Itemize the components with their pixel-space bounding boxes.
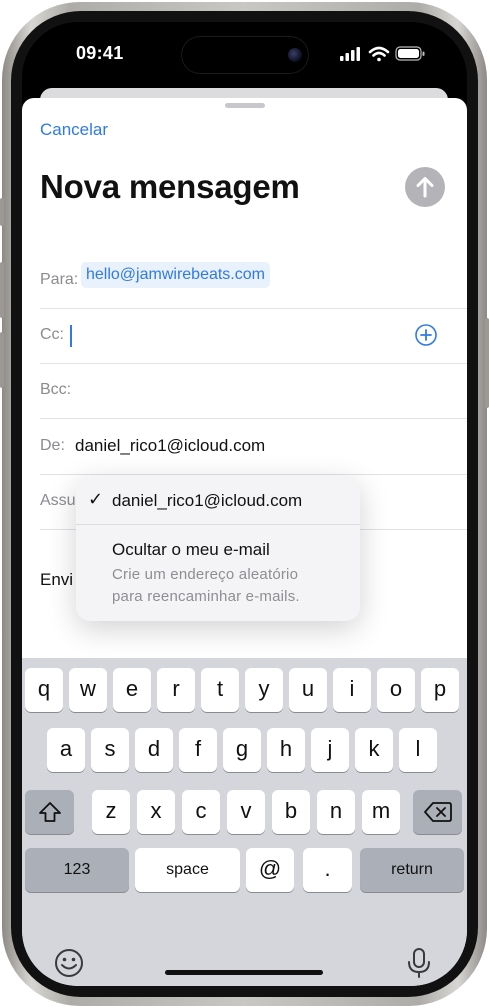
key-o[interactable]: o [377, 668, 415, 712]
front-camera [288, 48, 302, 62]
add-contact-icon[interactable] [415, 324, 437, 346]
key-s[interactable]: s [91, 728, 129, 772]
dot-key[interactable]: . [303, 848, 352, 892]
from-address-menu: ✓ daniel_rico1@icloud.com Ocultar o meu … [76, 476, 360, 621]
key-k[interactable]: k [355, 728, 393, 772]
keyboard: qwertyuiop asdfghjkl zxcvbnm 123 space @… [22, 658, 467, 986]
cancel-button[interactable]: Cancelar [40, 120, 108, 140]
key-b[interactable]: b [272, 790, 310, 834]
shift-key[interactable] [25, 790, 74, 834]
status-time: 09:41 [76, 43, 124, 63]
cc-field[interactable]: Cc: [40, 309, 467, 364]
key-c[interactable]: c [182, 790, 220, 834]
key-t[interactable]: t [201, 668, 239, 712]
checkmark-icon: ✓ [88, 489, 104, 509]
key-f[interactable]: f [179, 728, 217, 772]
cellular-signal-icon [340, 47, 360, 61]
wifi-icon [368, 46, 390, 62]
key-y[interactable]: y [245, 668, 283, 712]
microphone-icon[interactable] [402, 946, 436, 980]
to-field[interactable]: Para: hello@jamwirebeats.com [40, 254, 467, 309]
send-button[interactable] [405, 167, 445, 207]
key-q[interactable]: q [25, 668, 63, 712]
key-r[interactable]: r [157, 668, 195, 712]
key-w[interactable]: w [69, 668, 107, 712]
key-d[interactable]: d [135, 728, 173, 772]
shift-icon [38, 802, 61, 822]
status-icons [340, 46, 425, 62]
volume-up-button [0, 262, 4, 318]
key-g[interactable]: g [223, 728, 261, 772]
delete-icon [423, 802, 452, 822]
delete-key[interactable] [413, 790, 462, 834]
status-bar: 09:41 [22, 22, 467, 82]
subtitle-line-2: para reencaminhar e-mails. [112, 588, 300, 605]
subject-label: Assu [40, 492, 76, 509]
phone-screen: 09:41 Cancelar Nova mensagem Para: hello… [22, 22, 467, 986]
battery-icon [395, 46, 425, 61]
from-value[interactable]: daniel_rico1@icloud.com [75, 436, 265, 456]
at-key[interactable]: @ [246, 848, 294, 892]
sheet-grabber[interactable] [225, 103, 265, 108]
space-key[interactable]: space [135, 848, 240, 892]
hide-my-email-title: Ocultar o meu e-mail [112, 540, 270, 559]
key-l[interactable]: l [399, 728, 437, 772]
text-cursor [70, 325, 72, 347]
key-j[interactable]: j [311, 728, 349, 772]
from-label: De: [40, 437, 65, 454]
home-indicator[interactable] [165, 970, 323, 975]
menu-option-icloud-address[interactable]: ✓ daniel_rico1@icloud.com [76, 476, 360, 525]
key-e[interactable]: e [113, 668, 151, 712]
bcc-label: Bcc: [40, 381, 72, 398]
return-key[interactable]: return [360, 848, 464, 892]
menu-option-hide-my-email[interactable]: Ocultar o meu e-mail Crie um endereço al… [76, 525, 360, 621]
emoji-icon[interactable] [52, 946, 86, 980]
hide-my-email-subtitle: Crie um endereço aleatório para reencami… [112, 564, 352, 608]
from-field[interactable]: De: daniel_rico1@icloud.com [40, 420, 467, 475]
subtitle-line-1: Crie um endereço aleatório [112, 566, 299, 583]
cc-label: Cc: [40, 326, 64, 343]
key-x[interactable]: x [137, 790, 175, 834]
action-button [0, 198, 4, 226]
key-i[interactable]: i [333, 668, 371, 712]
to-label: Para: [40, 271, 79, 288]
key-m[interactable]: m [362, 790, 400, 834]
key-n[interactable]: n [317, 790, 355, 834]
power-button [485, 318, 489, 408]
key-p[interactable]: p [421, 668, 459, 712]
key-h[interactable]: h [267, 728, 305, 772]
menu-option-label: daniel_rico1@icloud.com [112, 491, 303, 510]
key-u[interactable]: u [289, 668, 327, 712]
key-v[interactable]: v [227, 790, 265, 834]
bcc-field[interactable]: Bcc: [40, 364, 467, 419]
key-a[interactable]: a [47, 728, 85, 772]
page-title: Nova mensagem [40, 168, 300, 205]
recipient-chip[interactable]: hello@jamwirebeats.com [81, 262, 270, 288]
numbers-key[interactable]: 123 [25, 848, 129, 892]
volume-down-button [0, 332, 4, 388]
message-body[interactable]: Envi [40, 570, 73, 590]
key-z[interactable]: z [92, 790, 130, 834]
send-arrow-icon [416, 177, 434, 198]
